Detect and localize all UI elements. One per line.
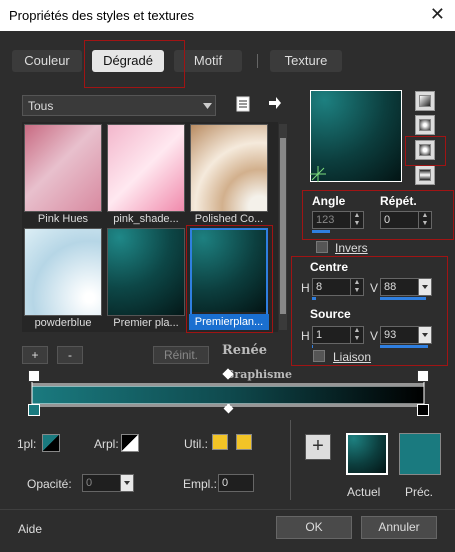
gradient-label: Pink Hues <box>37 213 89 225</box>
invert-label: Invers <box>335 241 368 255</box>
gallery-scrollbar[interactable] <box>279 124 287 330</box>
arrow-right-icon[interactable] <box>268 96 282 110</box>
add-gradient-button[interactable]: + <box>22 346 48 364</box>
invert-checkbox[interactable] <box>316 241 328 253</box>
opacity-stop-right-icon[interactable] <box>417 370 429 382</box>
gradient-thumb-premier-pla[interactable] <box>107 228 185 316</box>
gradient-label: Premier pla... <box>113 317 179 329</box>
tab-texture[interactable]: Texture <box>270 50 342 72</box>
user-swatch-1[interactable] <box>212 434 228 450</box>
help-link[interactable]: Aide <box>18 522 42 536</box>
background-label: Arpl: <box>94 437 119 451</box>
title-bar: Propriétés des styles et textures ✕ <box>0 0 455 31</box>
opacity-dropdown[interactable] <box>120 475 133 491</box>
background-swatch[interactable] <box>121 434 139 452</box>
user-swatch-2[interactable] <box>236 434 252 450</box>
window-title: Propriétés des styles et textures <box>9 8 194 23</box>
gradient-thumb-pink-hues[interactable] <box>24 124 102 212</box>
opacity-value: 0 <box>86 477 93 489</box>
chevron-down-icon <box>203 103 212 109</box>
close-icon[interactable]: ✕ <box>430 4 445 25</box>
opacity-stop-left-icon[interactable] <box>28 370 40 382</box>
current-label: Actuel <box>347 485 381 499</box>
add-preset-button[interactable]: + <box>305 434 331 460</box>
location-label: Empl.: <box>183 477 218 491</box>
crosshair-icon <box>310 166 326 182</box>
document-icon[interactable] <box>236 96 250 112</box>
location-value: 0 <box>222 477 229 489</box>
gradient-label: powderblue <box>34 317 92 329</box>
tab-couleur[interactable]: Couleur <box>12 50 82 72</box>
tab-divider <box>257 54 258 68</box>
gradient-thumb-powderblue[interactable] <box>24 228 102 316</box>
opacity-label: Opacité: <box>27 477 72 491</box>
ok-button[interactable]: OK <box>276 516 352 539</box>
highlight-style <box>405 136 446 166</box>
category-select[interactable]: Tous <box>22 95 216 116</box>
highlight-selected-gradient <box>186 225 273 333</box>
foreground-label: 1pl: <box>17 437 37 451</box>
rectangular-style-icon[interactable] <box>415 115 435 135</box>
current-swatch <box>346 433 388 475</box>
gradient-label: Polished Co... <box>194 213 264 225</box>
gradient-thumb-pink-shade[interactable] <box>107 124 185 212</box>
gradient-thumb-polished[interactable] <box>190 124 268 212</box>
linear-style-icon[interactable] <box>415 91 435 111</box>
style-texture-dialog: Propriétés des styles et textures ✕ Coul… <box>0 0 455 552</box>
watermark-line1: Renée <box>222 343 268 358</box>
remove-gradient-button[interactable]: - <box>57 346 83 364</box>
highlight-tab <box>84 40 185 88</box>
opacity-input[interactable]: 0 <box>82 474 134 492</box>
gradient-label: pink_shade... <box>113 213 179 225</box>
previous-label: Préc. <box>405 485 434 499</box>
user-label: Util.: <box>184 437 208 451</box>
reset-button[interactable]: Réinit. <box>153 346 209 364</box>
location-input[interactable]: 0 <box>218 474 254 492</box>
color-stop-right-icon[interactable] <box>417 404 429 416</box>
cancel-button[interactable]: Annuler <box>361 516 437 539</box>
category-value: Tous <box>28 99 54 113</box>
highlight-angle <box>302 190 454 240</box>
previous-swatch[interactable] <box>399 433 441 475</box>
scrollbar-thumb[interactable] <box>280 138 286 314</box>
divider <box>290 420 291 500</box>
footer-divider <box>0 509 455 510</box>
radial-style-icon[interactable] <box>415 165 435 185</box>
color-stop-left-icon[interactable] <box>28 404 40 416</box>
foreground-swatch[interactable] <box>42 434 60 452</box>
highlight-center-source <box>291 256 448 366</box>
